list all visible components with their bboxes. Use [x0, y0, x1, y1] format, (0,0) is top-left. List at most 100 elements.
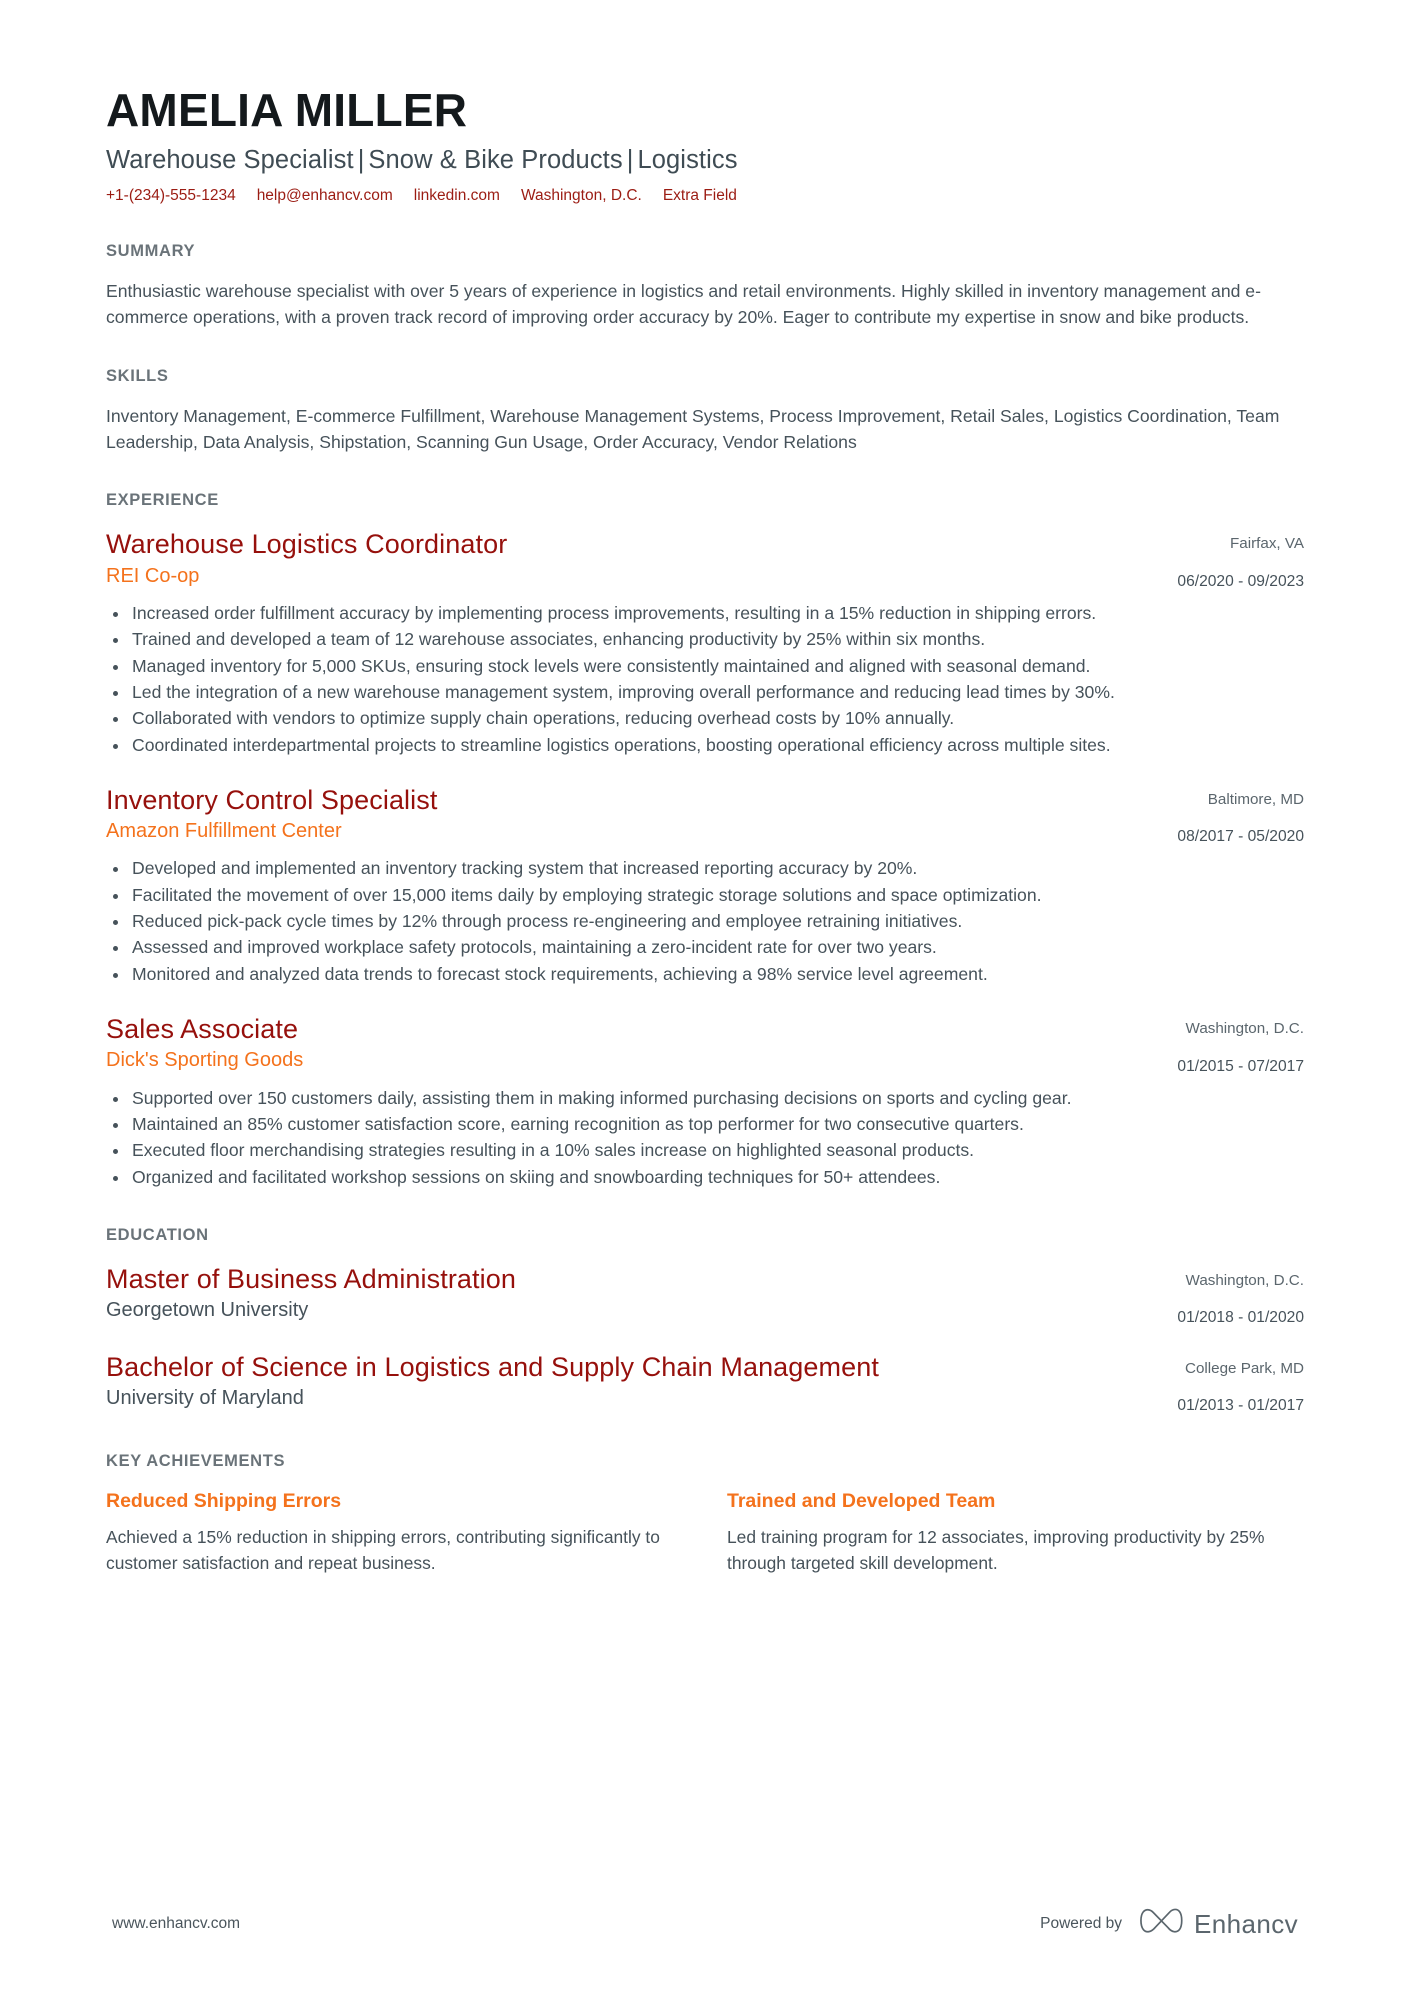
achievement-title: Trained and Developed Team	[727, 1490, 996, 1513]
experience-entry-left: Sales Associate Dick's Sporting Goods	[106, 1013, 1108, 1073]
experience-section-title: EXPERIENCE	[106, 491, 219, 510]
achievements-section: KEY ACHIEVEMENTS Reduced Shipping Errors…	[106, 1452, 1304, 1576]
achievements-grid: Reduced Shipping Errors Achieved a 15% r…	[106, 1489, 1304, 1576]
experience-entry-left: Warehouse Logistics Coordinator REI Co-o…	[106, 528, 1108, 588]
experience-bullet: Supported over 150 customers daily, assi…	[106, 1086, 1304, 1111]
contact-email[interactable]: help@enhancv.com	[257, 186, 393, 206]
experience-entry: Inventory Control Specialist Amazon Fulf…	[106, 784, 1304, 987]
experience-company: Amazon Fulfillment Center	[106, 820, 342, 843]
resume-header: AMELIA MILLER Warehouse Specialist | Snow …	[106, 84, 1304, 206]
candidate-name: AMELIA MILLER	[106, 84, 468, 136]
achievement-item: Trained and Developed Team Led training …	[727, 1489, 1304, 1576]
experience-company: REI Co-op	[106, 564, 200, 587]
experience-bullet: Developed and implemented an inventory t…	[106, 856, 1304, 881]
achievement-title: Reduced Shipping Errors	[106, 1490, 342, 1513]
contact-linkedin[interactable]: linkedin.com	[414, 186, 500, 206]
page-footer: www.enhancv.com Powered by Enhancv	[0, 1908, 1410, 1939]
experience-job-title: Sales Associate	[106, 1014, 299, 1045]
headline-part-logistics: Logistics	[637, 145, 738, 174]
education-location: Washington, D.C.	[1185, 1271, 1304, 1289]
resume-page: AMELIA MILLER Warehouse Specialist | Snow …	[0, 0, 1410, 1995]
education-entry-right: Washington, D.C. 01/2018 - 01/2020	[1134, 1263, 1304, 1329]
skills-section: SKILLS Inventory Management, E-commerce …	[106, 367, 1304, 456]
candidate-headline: Warehouse Specialist | Snow & Bike Product…	[106, 145, 1304, 176]
experience-bullet: Organized and facilitated workshop sessi…	[106, 1165, 1304, 1190]
education-entry: Master of Business Administration George…	[106, 1263, 1304, 1329]
enhancv-brand-name: Enhancv	[1194, 1908, 1298, 1939]
experience-location: Fairfax, VA	[1230, 535, 1304, 553]
experience-company: Dick's Sporting Goods	[106, 1049, 304, 1072]
experience-entry-head: Inventory Control Specialist Amazon Fulf…	[106, 784, 1304, 848]
experience-bullet: Managed inventory for 5,000 SKUs, ensuri…	[106, 654, 1304, 679]
education-section-title: EDUCATION	[106, 1225, 209, 1244]
experience-entry: Sales Associate Dick's Sporting Goods Wa…	[106, 1013, 1304, 1190]
experience-entry-left: Inventory Control Specialist Amazon Fulf…	[106, 784, 1108, 844]
skills-section-title: SKILLS	[106, 366, 169, 385]
headline-part-products: Snow & Bike Products	[368, 145, 623, 174]
experience-bullet: Led the integration of a new warehouse m…	[106, 680, 1304, 705]
experience-dates: 08/2017 - 05/2020	[1177, 828, 1304, 846]
experience-entry-right: Washington, D.C. 01/2015 - 07/2017	[1134, 1013, 1304, 1077]
experience-entry: Warehouse Logistics Coordinator REI Co-o…	[106, 528, 1304, 758]
contact-extra-field[interactable]: Extra Field	[663, 186, 737, 206]
experience-section: EXPERIENCE Warehouse Logistics Coordinat…	[106, 491, 1304, 1190]
headline-separator-1: |	[357, 145, 365, 174]
experience-bullet-list: Increased order fulfillment accuracy by …	[106, 601, 1304, 758]
education-entry-head: Master of Business Administration George…	[106, 1263, 1304, 1329]
experience-entry-right: Fairfax, VA 06/2020 - 09/2023	[1134, 528, 1304, 592]
achievement-text: Achieved a 15% reduction in shipping err…	[106, 1527, 660, 1573]
experience-location: Washington, D.C.	[1185, 1020, 1304, 1038]
summary-section: SUMMARY Enthusiastic warehouse specialis…	[106, 242, 1304, 331]
education-school: Georgetown University	[106, 1299, 309, 1322]
achievement-text: Led training program for 12 associates, …	[727, 1527, 1265, 1573]
headline-separator-2: |	[626, 145, 634, 174]
education-dates: 01/2018 - 01/2020	[1177, 1309, 1304, 1327]
contact-row: +1-(234)-555-1234 help@enhancv.com linke…	[106, 186, 1304, 206]
footer-branding: Powered by Enhancv	[1040, 1908, 1298, 1939]
contact-phone[interactable]: +1-(234)-555-1234	[106, 186, 236, 206]
skills-text: Inventory Management, E-commerce Fulfill…	[106, 405, 1280, 452]
powered-by-label: Powered by	[1040, 1914, 1123, 1932]
experience-dates: 01/2015 - 07/2017	[1177, 1057, 1304, 1075]
experience-location: Baltimore, MD	[1207, 790, 1304, 808]
experience-bullet: Assessed and improved workplace safety p…	[106, 935, 1304, 960]
education-entry-left: Bachelor of Science in Logistics and Sup…	[106, 1351, 1108, 1411]
education-entry-head: Bachelor of Science in Logistics and Sup…	[106, 1351, 1304, 1417]
education-school: University of Maryland	[106, 1386, 304, 1409]
experience-bullet: Monitored and analyzed data trends to fo…	[106, 962, 1304, 987]
footer-website-url[interactable]: www.enhancv.com	[112, 1915, 240, 1933]
experience-bullet: Reduced pick-pack cycle times by 12% thr…	[106, 909, 1304, 934]
resume-sheet: AMELIA MILLER Warehouse Specialist | Snow …	[0, 0, 1410, 1576]
achievement-item: Reduced Shipping Errors Achieved a 15% r…	[106, 1489, 683, 1576]
experience-entry-head: Sales Associate Dick's Sporting Goods Wa…	[106, 1013, 1304, 1077]
education-degree: Master of Business Administration	[106, 1263, 516, 1294]
enhancv-brand: Enhancv	[1139, 1908, 1298, 1939]
experience-bullet: Trained and developed a team of 12 wareh…	[106, 627, 1304, 652]
experience-bullet-list: Developed and implemented an inventory t…	[106, 856, 1304, 987]
education-dates: 01/2013 - 01/2017	[1177, 1397, 1304, 1415]
headline-part-role: Warehouse Specialist	[106, 145, 354, 174]
experience-bullet: Increased order fulfillment accuracy by …	[106, 601, 1304, 626]
education-entry-right: College Park, MD 01/2013 - 01/2017	[1134, 1351, 1304, 1417]
experience-bullet: Coordinated interdepartmental projects t…	[106, 733, 1304, 758]
education-entry: Bachelor of Science in Logistics and Sup…	[106, 1351, 1304, 1417]
experience-entry-head: Warehouse Logistics Coordinator REI Co-o…	[106, 528, 1304, 592]
achievements-section-title: KEY ACHIEVEMENTS	[106, 1452, 286, 1471]
experience-bullet: Maintained an 85% customer satisfaction …	[106, 1112, 1304, 1137]
experience-bullet-list: Supported over 150 customers daily, assi…	[106, 1086, 1304, 1190]
experience-dates: 06/2020 - 09/2023	[1177, 572, 1304, 590]
summary-section-title: SUMMARY	[106, 241, 196, 260]
contact-location: Washington, D.C.	[520, 186, 642, 204]
experience-entry-right: Baltimore, MD 08/2017 - 05/2020	[1134, 784, 1304, 848]
experience-bullet: Collaborated with vendors to optimize su…	[106, 706, 1304, 731]
education-degree: Bachelor of Science in Logistics and Sup…	[106, 1351, 879, 1382]
enhancv-infinity-logo-icon	[1139, 1908, 1183, 1939]
education-location: College Park, MD	[1184, 1359, 1304, 1377]
education-section: EDUCATION Master of Business Administrat…	[106, 1226, 1304, 1416]
education-entry-left: Master of Business Administration George…	[106, 1263, 1108, 1323]
experience-job-title: Inventory Control Specialist	[106, 784, 438, 815]
experience-bullet: Executed floor merchandising strategies …	[106, 1138, 1304, 1163]
summary-text: Enthusiastic warehouse specialist with o…	[106, 280, 1261, 327]
experience-job-title: Warehouse Logistics Coordinator	[106, 529, 508, 560]
experience-bullet: Facilitated the movement of over 15,000 …	[106, 883, 1304, 908]
